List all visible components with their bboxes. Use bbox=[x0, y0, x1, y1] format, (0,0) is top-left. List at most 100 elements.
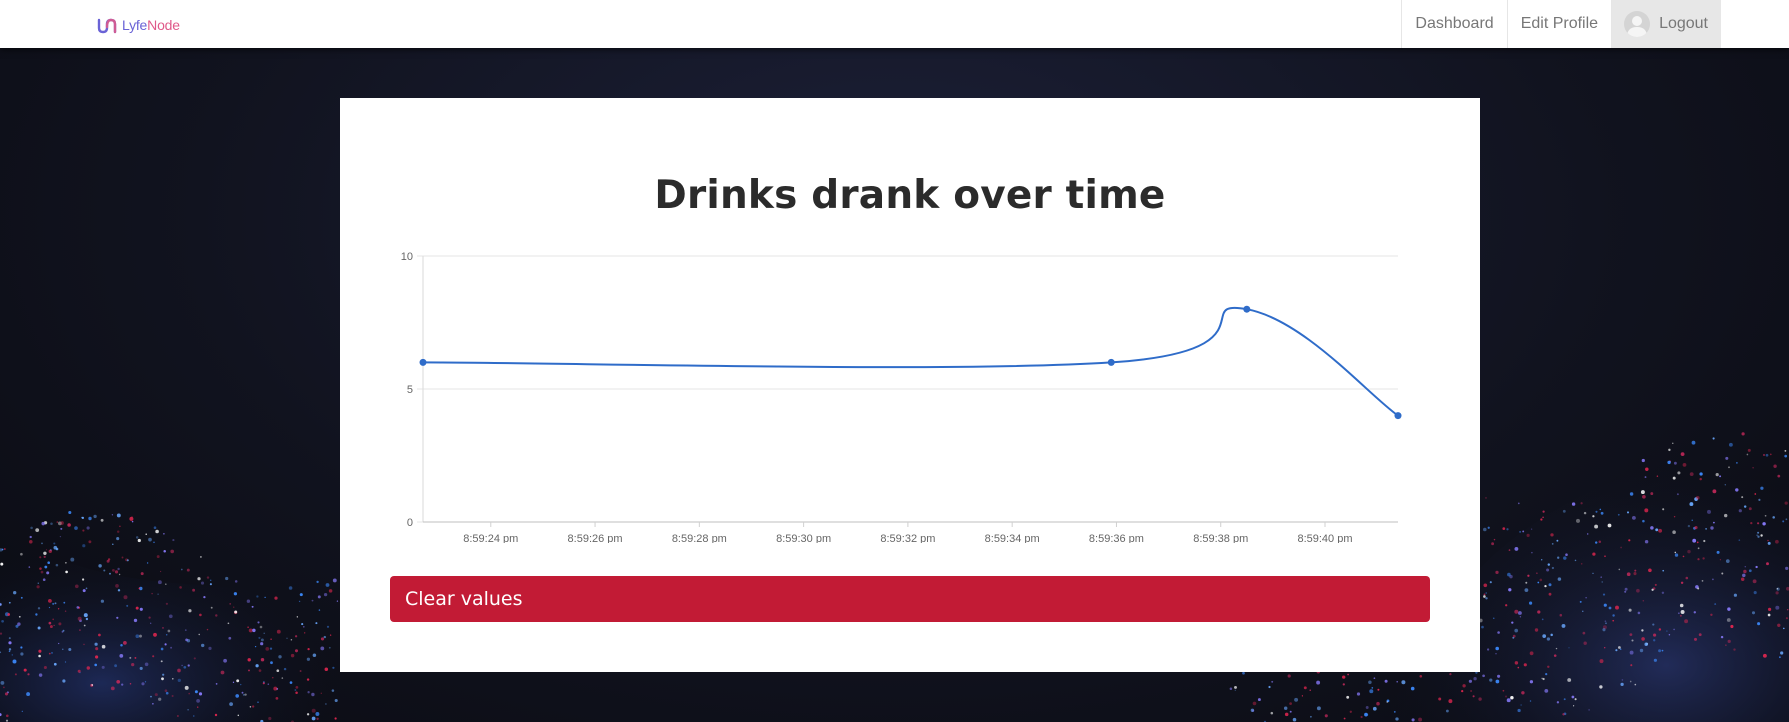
background-dot bbox=[1719, 475, 1722, 478]
background-dot bbox=[275, 697, 279, 700]
background-dot bbox=[273, 686, 278, 691]
background-dot bbox=[1658, 628, 1662, 631]
background-dot bbox=[8, 650, 11, 653]
background-dot bbox=[1489, 581, 1492, 584]
background-dot bbox=[1716, 550, 1720, 554]
background-dot bbox=[1562, 713, 1565, 716]
background-dot bbox=[101, 644, 106, 649]
background-dot bbox=[85, 617, 89, 621]
background-dot bbox=[1618, 568, 1621, 571]
background-dot bbox=[1309, 689, 1311, 692]
nav-edit-profile-link[interactable]: Edit Profile bbox=[1506, 0, 1611, 48]
background-dot bbox=[1588, 709, 1590, 711]
background-dot bbox=[1653, 633, 1657, 637]
background-dot bbox=[153, 541, 155, 544]
background-dot bbox=[65, 561, 67, 564]
background-dot bbox=[311, 599, 314, 602]
x-tick-label: 8:59:34 pm bbox=[985, 533, 1040, 543]
background-dot bbox=[1658, 649, 1662, 653]
nav-logout-link[interactable]: Logout bbox=[1611, 0, 1721, 48]
background-dot bbox=[1648, 568, 1652, 573]
background-dot bbox=[1534, 628, 1539, 632]
background-dot bbox=[53, 542, 56, 545]
background-dot bbox=[187, 709, 189, 711]
background-dot bbox=[1720, 635, 1724, 639]
background-dot bbox=[227, 622, 230, 625]
background-dot bbox=[1582, 631, 1586, 635]
background-dot bbox=[1495, 646, 1499, 651]
background-dot bbox=[118, 573, 121, 576]
background-dot bbox=[1752, 467, 1754, 469]
background-dot bbox=[1673, 515, 1676, 518]
background-dot bbox=[274, 596, 278, 600]
background-dot bbox=[1529, 680, 1534, 684]
background-dot bbox=[1773, 464, 1777, 468]
background-dot bbox=[121, 556, 124, 559]
nav-dashboard-link[interactable]: Dashboard bbox=[1401, 0, 1506, 48]
background-dot bbox=[304, 632, 306, 634]
background-dot bbox=[1707, 509, 1711, 514]
background-dot bbox=[306, 678, 310, 681]
background-dot bbox=[1768, 607, 1772, 611]
background-dot bbox=[187, 664, 190, 667]
background-dot bbox=[1777, 623, 1781, 627]
background-dot bbox=[1767, 613, 1771, 617]
background-dot bbox=[1495, 653, 1497, 655]
background-dot bbox=[185, 638, 188, 642]
background-dot bbox=[1728, 442, 1733, 447]
background-dot bbox=[196, 699, 200, 703]
background-dot bbox=[328, 646, 331, 649]
background-dot bbox=[117, 567, 120, 571]
background-dot bbox=[265, 647, 270, 651]
background-dot bbox=[126, 559, 129, 562]
background-dot bbox=[1571, 502, 1576, 506]
background-dot bbox=[1725, 559, 1730, 563]
background-dot bbox=[1547, 563, 1551, 566]
background-dot bbox=[88, 516, 92, 521]
background-dot bbox=[1508, 549, 1511, 551]
background-dot bbox=[1757, 535, 1760, 538]
background-dot bbox=[295, 686, 299, 689]
background-dot bbox=[1642, 600, 1645, 602]
background-dot bbox=[1600, 511, 1604, 515]
background-dot bbox=[1760, 534, 1763, 537]
background-dot bbox=[1672, 442, 1674, 444]
background-dot bbox=[135, 536, 139, 539]
clear-values-button[interactable]: Clear values bbox=[390, 576, 1430, 622]
background-dot bbox=[1556, 539, 1559, 542]
background-dot bbox=[1733, 593, 1737, 597]
background-dot bbox=[167, 629, 171, 633]
background-dot bbox=[38, 673, 43, 677]
background-dot bbox=[1756, 534, 1758, 536]
background-dot bbox=[1487, 526, 1490, 529]
background-dot bbox=[1506, 528, 1509, 531]
background-dot bbox=[76, 606, 80, 609]
background-dot bbox=[257, 621, 260, 624]
background-dot bbox=[1693, 637, 1698, 641]
background-dot bbox=[1775, 539, 1779, 544]
background-dot bbox=[1497, 631, 1500, 634]
background-dot bbox=[1384, 679, 1388, 683]
background-dot bbox=[152, 655, 155, 658]
background-dot bbox=[20, 646, 23, 649]
background-dot bbox=[138, 587, 141, 590]
background-dot bbox=[86, 666, 91, 670]
data-point bbox=[1107, 358, 1115, 366]
background-dot bbox=[1592, 572, 1594, 574]
background-dot bbox=[1747, 448, 1751, 452]
background-dot bbox=[11, 654, 14, 656]
background-dot bbox=[1715, 472, 1719, 477]
background-dot bbox=[1574, 559, 1577, 562]
background-dot bbox=[1605, 622, 1607, 624]
background-dot bbox=[1725, 456, 1729, 460]
background-dot bbox=[1766, 562, 1769, 566]
background-dot bbox=[1697, 547, 1700, 550]
background-dot bbox=[1608, 606, 1612, 610]
background-dot bbox=[119, 654, 124, 658]
background-dot bbox=[1526, 533, 1530, 537]
background-dot bbox=[1630, 664, 1633, 667]
background-dot bbox=[40, 570, 44, 574]
background-dot bbox=[269, 647, 273, 650]
background-dot bbox=[93, 514, 97, 519]
brand-logo[interactable]: LyfeNode bbox=[97, 14, 180, 36]
